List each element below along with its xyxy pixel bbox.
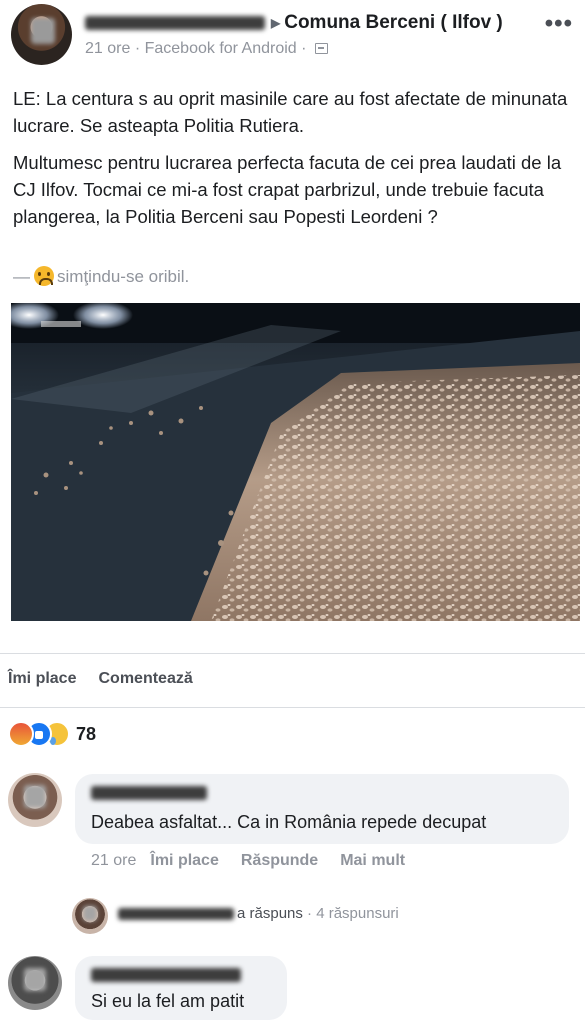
road-gravel-photo: [11, 303, 580, 621]
commenter-avatar[interactable]: [8, 956, 62, 1010]
redacted-commenter-name[interactable]: [91, 968, 241, 982]
divider: [0, 707, 585, 708]
feeling-text: simţindu-se oribil.: [57, 267, 190, 286]
triangle-right-icon: ▶: [271, 15, 281, 30]
sad-face-icon: [34, 266, 54, 286]
commenter-avatar[interactable]: [8, 773, 62, 827]
like-button[interactable]: Îmi place: [8, 670, 76, 687]
globe-icon: [314, 43, 328, 55]
post-actions: Îmi place Comentează: [8, 670, 215, 688]
comment-reply-button[interactable]: Răspunde: [241, 852, 318, 869]
post-header: ▶ Comuna Berceni ( Ilfov ) 21 ore · Faceb…: [0, 0, 585, 70]
reactions-summary[interactable]: 78: [8, 721, 96, 749]
group-name-link[interactable]: Comuna Berceni ( Ilfov ): [284, 12, 503, 33]
redacted-author-name[interactable]: [85, 15, 265, 30]
reply-avatar[interactable]: [72, 898, 108, 934]
comment-text: Deabea asfaltat... Ca in România repede …: [91, 812, 487, 832]
post-photo[interactable]: [11, 303, 580, 621]
comment-time: 21 ore: [91, 852, 137, 869]
comment-button[interactable]: Comentează: [98, 670, 192, 687]
comment-bubble[interactable]: Deabea asfaltat... Ca in România repede …: [75, 774, 569, 844]
reply-count: · 4 răspunsuri: [307, 905, 399, 922]
comment-like-button[interactable]: Îmi place: [150, 852, 218, 869]
comment-bubble[interactable]: Si eu la fel am patit: [75, 956, 287, 1020]
post-body: LE: La centura s au oprit masinile care …: [13, 85, 573, 240]
meta-separator: ·: [134, 40, 141, 57]
post-time[interactable]: 21 ore: [85, 40, 130, 57]
author-line: ▶ Comuna Berceni ( Ilfov ): [85, 12, 503, 34]
replied-label: a răspuns: [237, 905, 303, 922]
more-dots-icon[interactable]: •••: [545, 12, 573, 36]
comment-more-button[interactable]: Mai mult: [340, 852, 405, 869]
reaction-count: 78: [76, 723, 97, 744]
divider: [0, 653, 585, 654]
view-replies-link[interactable]: a răspuns · 4 răspunsuri: [118, 905, 399, 922]
author-avatar[interactable]: [11, 4, 72, 65]
post-paragraph-2: Multumesc pentru lucrarea perfecta facut…: [13, 152, 562, 227]
feeling-dash: —: [13, 267, 30, 286]
feeling-line: — simţindu-se oribil.: [13, 266, 189, 287]
post-source: Facebook for Android ·: [144, 40, 307, 57]
comment-actions: 21 ore Îmi place Răspunde Mai mult: [91, 852, 427, 870]
post-meta: 21 ore · Facebook for Android ·: [85, 40, 328, 58]
angry-reaction-icon: [8, 721, 34, 747]
comment-text: Si eu la fel am patit: [91, 991, 245, 1011]
redacted-reply-author: [118, 908, 234, 921]
redacted-commenter-name[interactable]: [91, 786, 207, 800]
post-paragraph-1: LE: La centura s au oprit masinile care …: [13, 88, 568, 136]
